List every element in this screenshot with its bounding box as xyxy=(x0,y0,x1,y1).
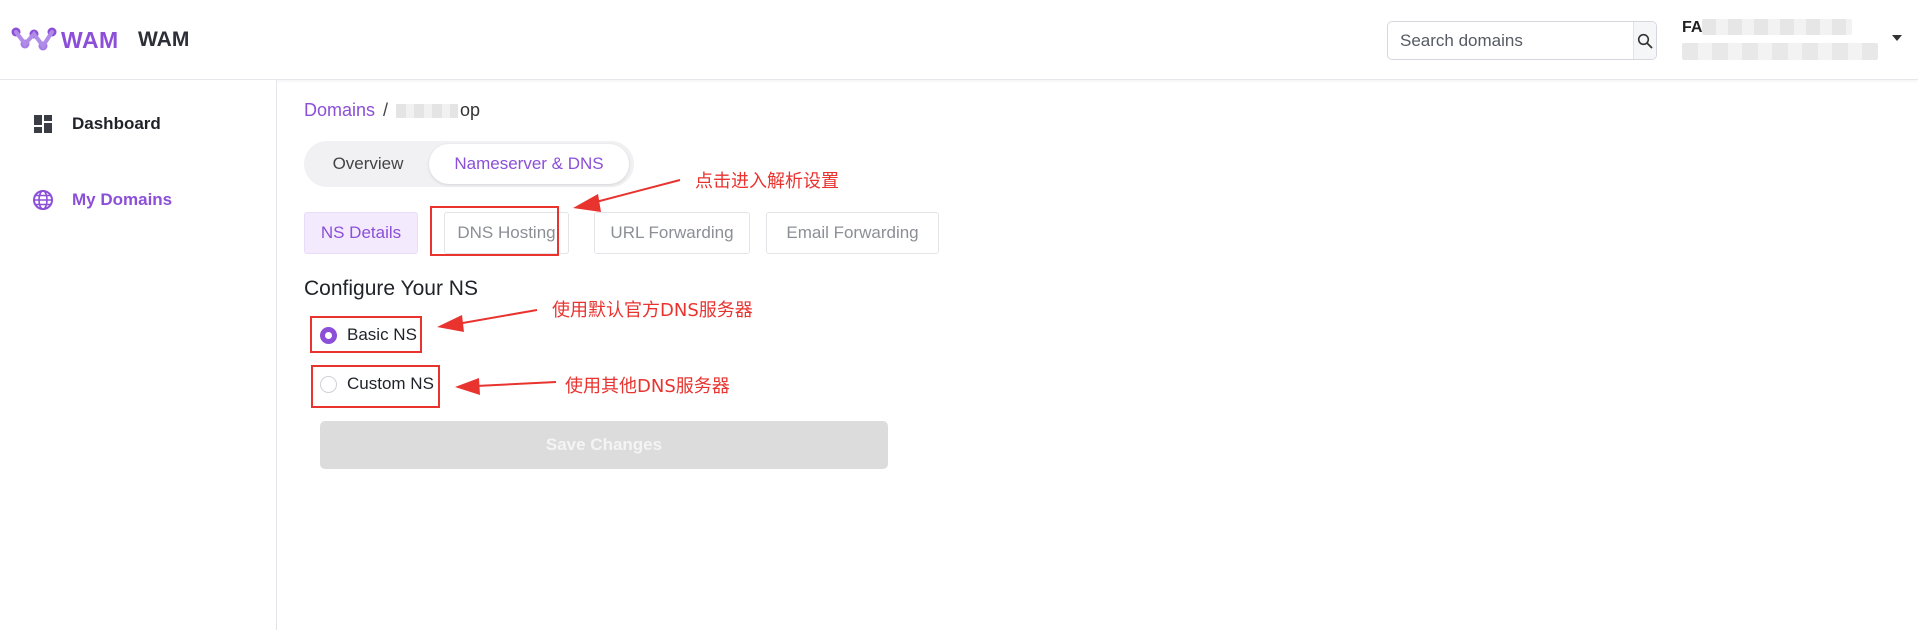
section-title: Configure Your NS xyxy=(304,277,478,300)
highlight-box-custom-ns xyxy=(311,365,440,408)
top-header: WAM WAM FA xyxy=(0,0,1918,80)
caret-down-icon xyxy=(1892,35,1902,41)
logo-mark-icon xyxy=(11,27,57,51)
sidebar-item-dashboard[interactable]: Dashboard xyxy=(32,113,161,135)
search-box xyxy=(1387,21,1657,60)
save-changes-button[interactable]: Save Changes xyxy=(320,421,888,469)
annotation-arrows xyxy=(437,179,681,395)
breadcrumb-current: op xyxy=(460,100,481,120)
tab-email-forwarding[interactable]: Email Forwarding xyxy=(766,212,939,254)
annotation-custom-ns: 使用其他DNS服务器 xyxy=(565,376,730,397)
breadcrumb-separator: / xyxy=(383,100,389,120)
highlight-box-basic-ns xyxy=(310,316,422,353)
tab-url-forwarding[interactable]: URL Forwarding xyxy=(594,212,750,254)
redacted-user-email xyxy=(1682,43,1878,60)
sidebar-item-label: My Domains xyxy=(72,190,173,209)
tab-nameserver-dns[interactable]: Nameserver & DNS xyxy=(429,144,629,184)
sidebar: Dashboard My Domains xyxy=(0,80,277,630)
redacted-user-name xyxy=(1702,19,1852,35)
highlight-box-dns-hosting xyxy=(430,206,559,256)
redacted-domain-name xyxy=(396,103,459,118)
dashboard-icon xyxy=(32,113,54,135)
breadcrumb: Domains / op xyxy=(304,100,480,121)
brand-logo[interactable]: WAM xyxy=(11,24,119,56)
sidebar-item-my-domains[interactable]: My Domains xyxy=(32,189,172,211)
app-name: WAM xyxy=(138,28,190,51)
globe-icon xyxy=(32,189,54,211)
annotation-dns-hosting: 点击进入解析设置 xyxy=(695,171,839,192)
tab-ns-details[interactable]: NS Details xyxy=(304,212,418,254)
dns-subtabs: NS Details DNS Hosting URL Forwarding Em… xyxy=(304,212,951,254)
sidebar-item-label: Dashboard xyxy=(72,114,161,133)
user-menu[interactable]: FA xyxy=(1682,17,1904,63)
breadcrumb-domains-link[interactable]: Domains xyxy=(304,100,375,121)
user-name: FA xyxy=(1682,19,1703,36)
search-input[interactable] xyxy=(1388,22,1633,59)
view-switcher: Overview Nameserver & DNS xyxy=(304,141,634,187)
logo-text: WAM xyxy=(61,26,119,53)
annotation-basic-ns: 使用默认官方DNS服务器 xyxy=(552,300,753,321)
tab-overview[interactable]: Overview xyxy=(307,144,429,184)
search-button[interactable] xyxy=(1633,22,1656,59)
search-icon xyxy=(1637,33,1653,48)
